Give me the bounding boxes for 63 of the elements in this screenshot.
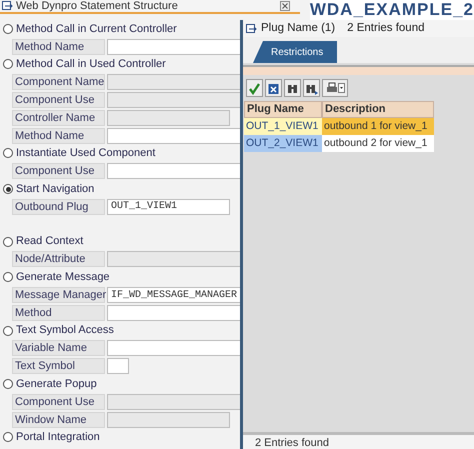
field-label: Component Use — [12, 92, 105, 108]
column-header[interactable]: Description — [322, 101, 434, 118]
field-label: Controller Name — [12, 110, 105, 126]
print-button[interactable] — [322, 79, 348, 97]
field-label: Message Manager — [12, 287, 105, 304]
window-icon — [246, 24, 257, 34]
close-icon[interactable] — [280, 1, 290, 11]
popup-title: Plug Name (1) — [261, 20, 336, 36]
field-label: Method — [12, 304, 105, 321]
option-label: Start Navigation — [16, 182, 94, 197]
option-label: Method Call in Used Controller — [16, 57, 166, 72]
option-label: Generate Popup — [16, 376, 97, 392]
input-field[interactable]: IF_WD_MESSAGE_MANAGER — [107, 287, 242, 304]
radio-button[interactable] — [3, 326, 13, 336]
field-label: Method Name — [12, 128, 105, 144]
input-field[interactable] — [107, 340, 242, 356]
tab[interactable]: Restrictions — [253, 41, 338, 63]
option-label: Generate Message — [16, 270, 110, 285]
input-field[interactable] — [107, 38, 242, 55]
input-field[interactable]: OUT_1_VIEW1 — [107, 198, 230, 215]
table-cell[interactable]: OUT_1_VIEW1 — [244, 118, 322, 135]
check-icon — [248, 82, 261, 94]
table-cell[interactable]: outbound 1 for view_1 — [322, 118, 434, 135]
radio-button[interactable] — [3, 59, 13, 70]
option-label: Instantiate Used Component — [16, 146, 156, 162]
field-label: Outbound Plug — [12, 198, 105, 215]
table-cell[interactable]: outbound 2 for view_1 — [322, 135, 434, 152]
radio-button[interactable] — [3, 272, 13, 282]
window-title: Web Dynpro Statement Structure — [16, 0, 179, 14]
radio-button[interactable] — [3, 432, 13, 442]
table-cell[interactable]: OUT_2_VIEW1 — [244, 135, 322, 152]
field-label: Method Name — [12, 38, 105, 55]
option-label: Method Call in Current Controller — [16, 22, 177, 37]
input-field[interactable] — [107, 304, 242, 321]
option-label: Text Symbol Access — [16, 323, 114, 338]
page-title: WDA_EXAMPLE_2 — [310, 0, 474, 20]
option-label: Portal Integration — [16, 430, 100, 446]
field-label: Node/Attribute — [12, 251, 105, 268]
field-label: Variable Name — [12, 340, 105, 356]
toolbar-button[interactable] — [246, 79, 263, 97]
field-label: Component Use — [12, 163, 105, 180]
radio-button[interactable] — [3, 184, 13, 194]
toolbar-button[interactable] — [284, 79, 301, 97]
field-label: Component Name — [12, 74, 105, 90]
input-field[interactable] — [107, 163, 242, 180]
input-field[interactable] — [107, 358, 129, 374]
radio-button[interactable] — [3, 379, 13, 390]
radio-button[interactable] — [3, 24, 13, 34]
input-field[interactable] — [107, 128, 242, 144]
radio-button[interactable] — [3, 148, 13, 158]
column-header[interactable]: Plug Name — [244, 101, 322, 118]
entries-count: 2 Entries found — [347, 20, 424, 36]
radio-button[interactable] — [3, 236, 13, 247]
toolbar-button[interactable] — [303, 79, 320, 97]
caret-icon — [338, 83, 344, 93]
option-label: Read Context — [16, 234, 84, 250]
cancel-icon — [267, 82, 280, 94]
field-label: Component Use — [12, 394, 105, 410]
status-bar: 2 Entries found — [243, 432, 474, 449]
printer-icon — [326, 82, 338, 94]
toolbar-button[interactable] — [265, 79, 282, 97]
field-label: Window Name — [12, 412, 105, 428]
field-label: Text Symbol — [12, 358, 105, 374]
